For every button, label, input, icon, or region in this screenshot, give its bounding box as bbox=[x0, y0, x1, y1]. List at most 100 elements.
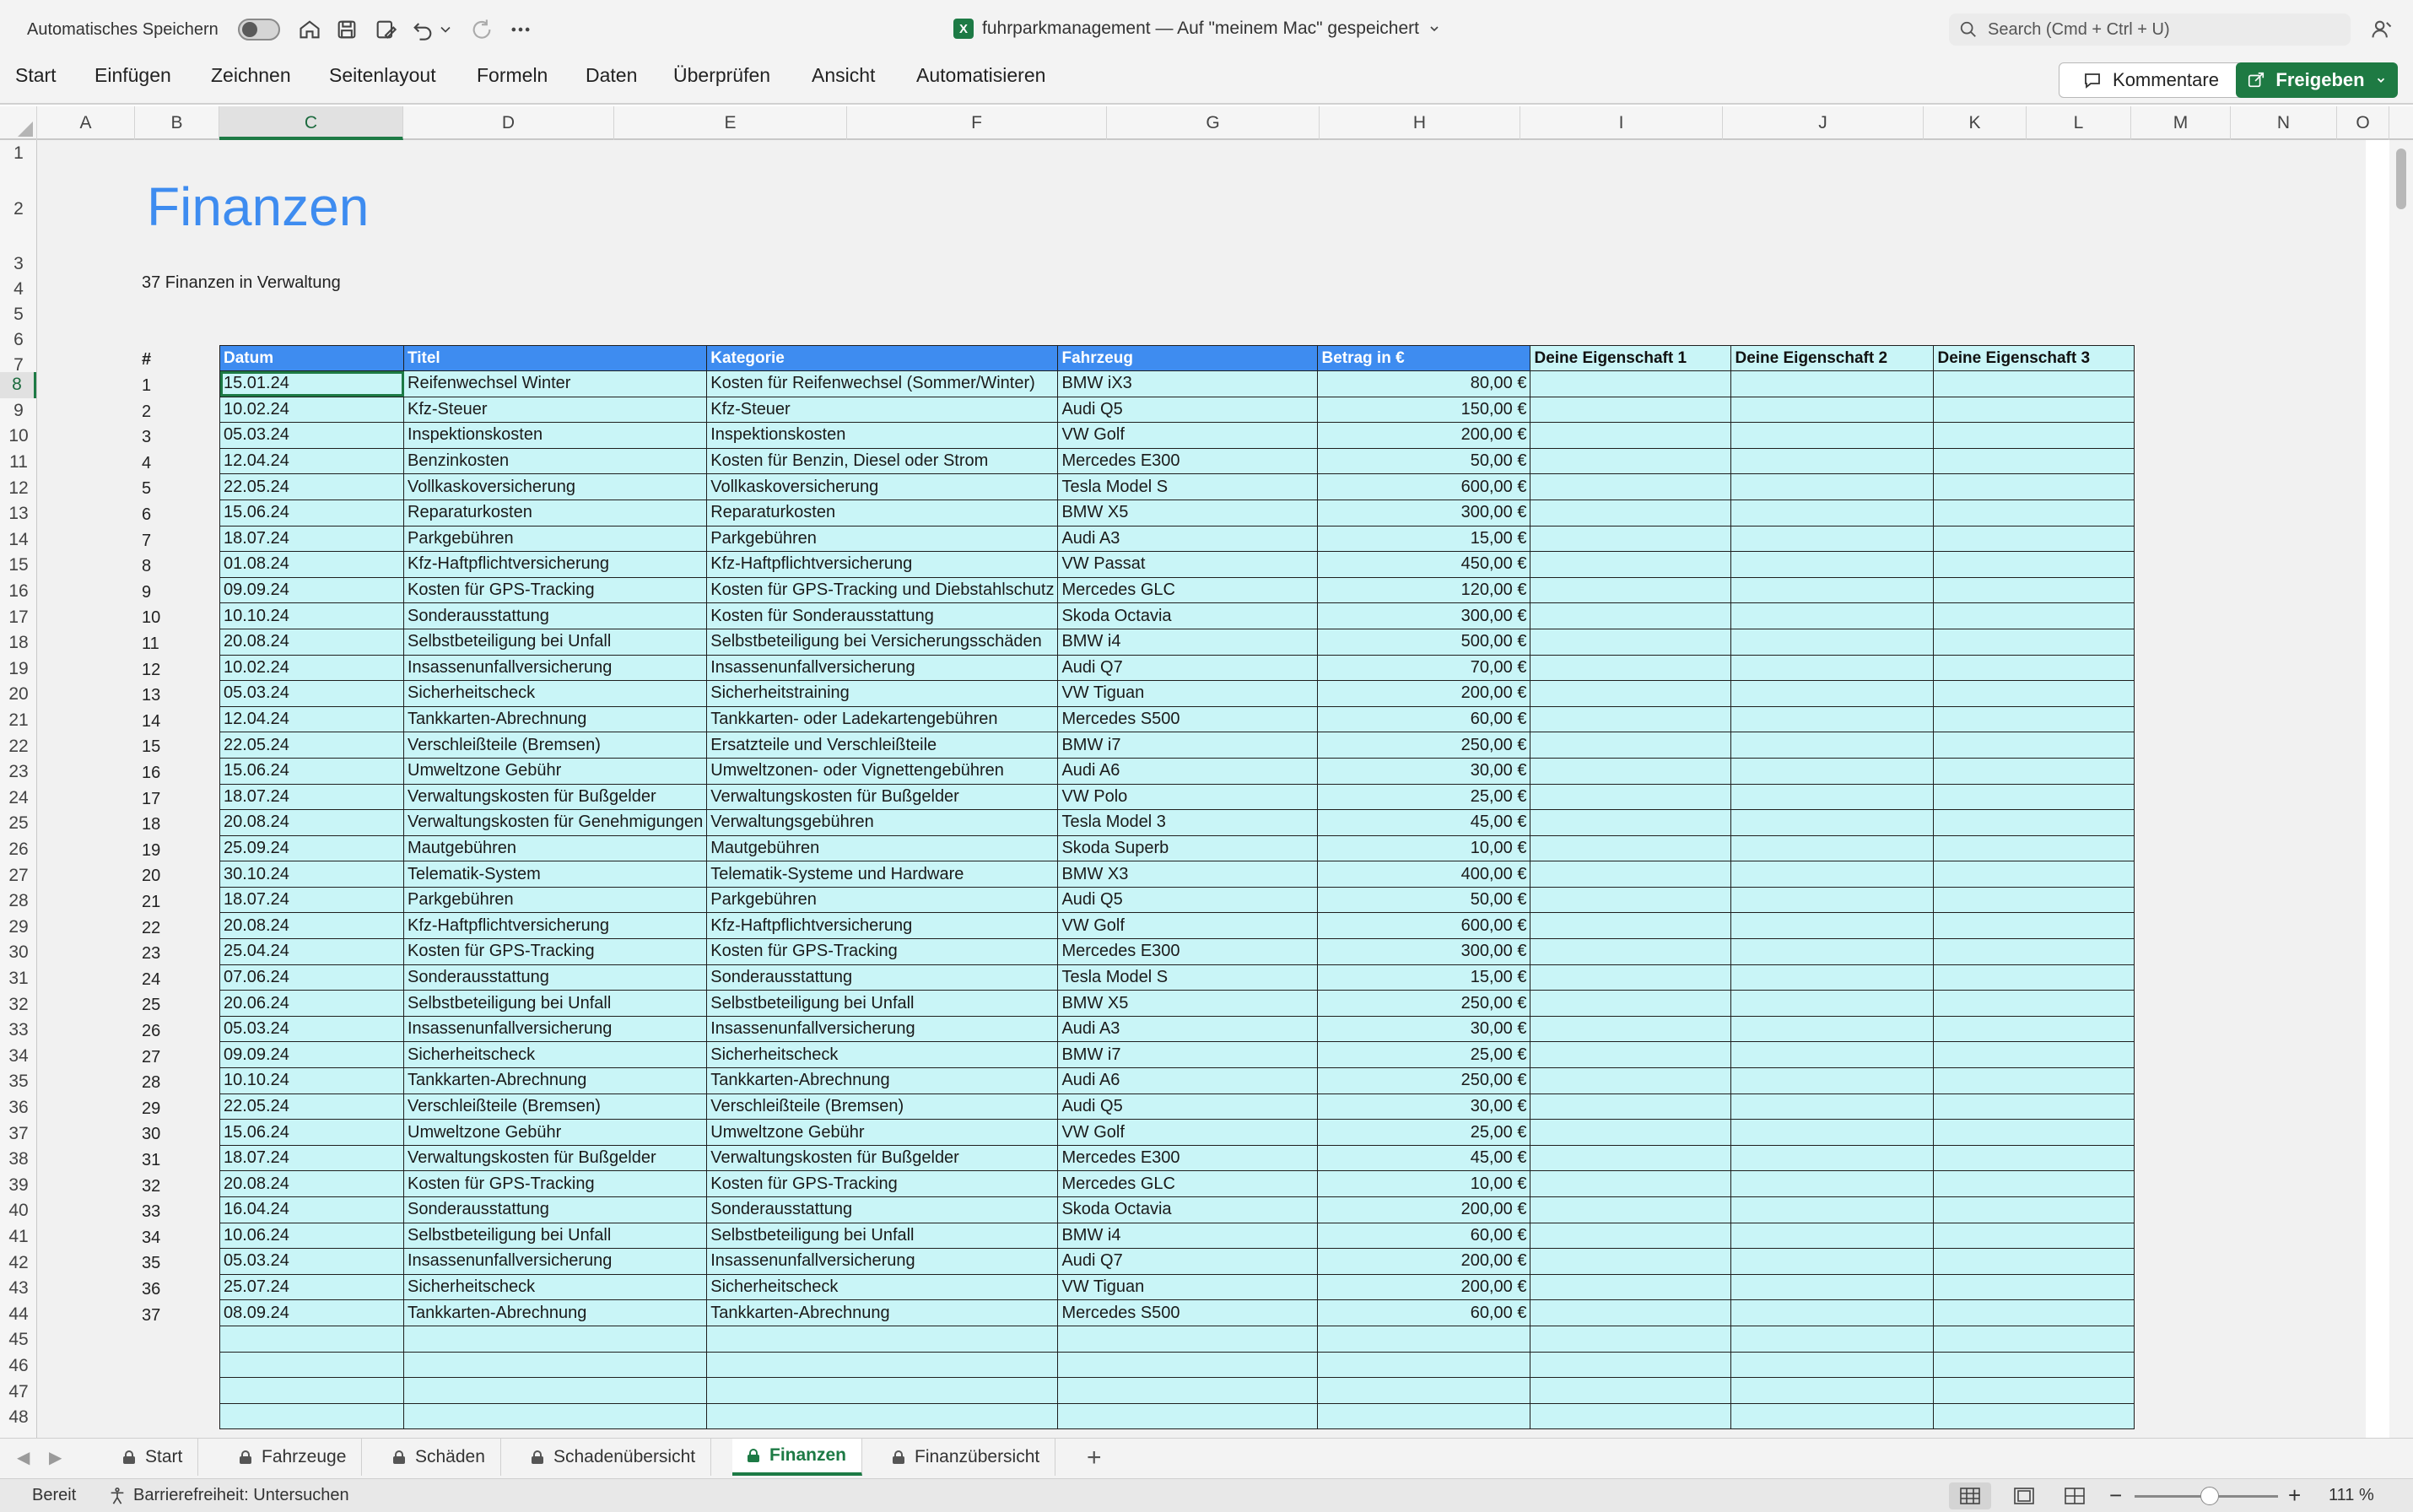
cell-eigenschaft-2[interactable] bbox=[1730, 705, 1935, 733]
cell-betrag[interactable]: 500,00 € bbox=[1317, 628, 1531, 656]
empty-cell[interactable] bbox=[1933, 1377, 2135, 1404]
cell-datum[interactable]: 16.04.24 bbox=[219, 1196, 404, 1223]
empty-cell[interactable] bbox=[1530, 1402, 1732, 1430]
cell-titel[interactable]: Verwaltungskosten für Bußgelder bbox=[402, 783, 708, 811]
cell-titel[interactable]: Kfz-Steuer bbox=[402, 396, 708, 424]
cell-titel[interactable]: Tankkarten-Abrechnung bbox=[402, 705, 708, 733]
row-header[interactable]: 38 bbox=[0, 1147, 36, 1173]
zoom-level[interactable]: 111 % bbox=[2329, 1486, 2374, 1505]
autosave-toggle[interactable] bbox=[238, 19, 280, 40]
cell-datum[interactable]: 01.08.24 bbox=[219, 551, 404, 578]
cell-datum[interactable]: 22.05.24 bbox=[219, 1093, 404, 1120]
column-header-k[interactable]: K bbox=[1924, 106, 2027, 140]
cell-titel[interactable]: Verschleißteile (Bremsen) bbox=[402, 1093, 708, 1120]
scrollbar-thumb[interactable] bbox=[2396, 148, 2406, 209]
cell-eigenschaft-2[interactable] bbox=[1730, 1196, 1935, 1223]
cell-eigenschaft-3[interactable] bbox=[1933, 732, 2135, 759]
cell-eigenschaft-3[interactable] bbox=[1933, 1041, 2135, 1069]
cell-eigenschaft-1[interactable] bbox=[1530, 861, 1732, 888]
cell-eigenschaft-1[interactable] bbox=[1530, 912, 1732, 940]
cell-eigenschaft-1[interactable] bbox=[1530, 1248, 1732, 1275]
header-betrag[interactable]: Betrag in € bbox=[1317, 345, 1531, 371]
ribbon-tab-automatisieren[interactable]: Automatisieren bbox=[916, 64, 1045, 87]
cell-betrag[interactable]: 300,00 € bbox=[1317, 499, 1531, 526]
cell-fahrzeug[interactable]: Mercedes E300 bbox=[1057, 1144, 1319, 1172]
column-header-f[interactable]: F bbox=[847, 106, 1107, 140]
cell-datum[interactable]: 05.03.24 bbox=[219, 680, 404, 707]
cell-titel[interactable]: Kosten für GPS-Tracking bbox=[402, 1170, 708, 1197]
column-header-m[interactable]: M bbox=[2131, 106, 2231, 140]
cell-datum[interactable]: 05.03.24 bbox=[219, 1248, 404, 1275]
cell-kategorie[interactable]: Sonderausstattung bbox=[706, 1196, 1059, 1223]
sheet-tab-schadenuebersicht[interactable]: Schadenübersicht bbox=[516, 1439, 712, 1476]
cell-kategorie[interactable]: Kfz-Haftpflichtversicherung bbox=[706, 551, 1059, 578]
cell-titel[interactable]: Umweltzone Gebühr bbox=[402, 757, 708, 785]
cell-fahrzeug[interactable]: Audi A6 bbox=[1057, 1067, 1319, 1094]
cell-betrag[interactable]: 15,00 € bbox=[1317, 964, 1531, 991]
cell-titel[interactable]: Parkgebühren bbox=[402, 886, 708, 914]
column-header-g[interactable]: G bbox=[1107, 106, 1320, 140]
document-title[interactable]: X fuhrparkmanagement — Auf "meinem Mac" … bbox=[953, 19, 1441, 39]
cell-datum[interactable]: 07.06.24 bbox=[219, 964, 404, 991]
row-header[interactable]: 41 bbox=[0, 1224, 36, 1250]
row-header[interactable]: 36 bbox=[0, 1095, 36, 1121]
accessibility-icon[interactable] bbox=[108, 1487, 127, 1505]
cell-betrag[interactable]: 300,00 € bbox=[1317, 602, 1531, 629]
cell-eigenschaft-2[interactable] bbox=[1730, 551, 1935, 578]
row-header[interactable]: 3 bbox=[0, 251, 36, 277]
cell-eigenschaft-3[interactable] bbox=[1933, 499, 2135, 526]
cell-fahrzeug[interactable]: Audi Q5 bbox=[1057, 886, 1319, 914]
cell-eigenschaft-1[interactable] bbox=[1530, 757, 1732, 785]
empty-cell[interactable] bbox=[219, 1325, 404, 1353]
cell-kategorie[interactable]: Kosten für Sonderausstattung bbox=[706, 602, 1059, 629]
cell-titel[interactable]: Umweltzone Gebühr bbox=[402, 1119, 708, 1146]
cell-betrag[interactable]: 10,00 € bbox=[1317, 1170, 1531, 1197]
page-break-view-icon[interactable] bbox=[2054, 1482, 2096, 1509]
empty-cell[interactable] bbox=[1317, 1351, 1531, 1379]
cell-kategorie[interactable]: Selbstbeteiligung bei Unfall bbox=[706, 1222, 1059, 1250]
cell-titel[interactable]: Kfz-Haftpflichtversicherung bbox=[402, 912, 708, 940]
row-header[interactable]: 44 bbox=[0, 1302, 36, 1328]
column-header-b[interactable]: B bbox=[135, 106, 219, 140]
sheet-tab-start[interactable]: Start bbox=[108, 1439, 199, 1476]
cell-eigenschaft-2[interactable] bbox=[1730, 1041, 1935, 1069]
cell-kategorie[interactable]: Verwaltungskosten für Bußgelder bbox=[706, 1144, 1059, 1172]
empty-cell[interactable] bbox=[402, 1325, 708, 1353]
empty-cell[interactable] bbox=[1530, 1351, 1732, 1379]
cell-eigenschaft-1[interactable] bbox=[1530, 1222, 1732, 1250]
cell-eigenschaft-2[interactable] bbox=[1730, 757, 1935, 785]
cell-kategorie[interactable]: Umweltzonen- oder Vignettengebühren bbox=[706, 757, 1059, 785]
header-eigenschaft-2[interactable]: Deine Eigenschaft 2 bbox=[1730, 345, 1935, 371]
vertical-scrollbar[interactable] bbox=[2389, 140, 2413, 1438]
cell-eigenschaft-2[interactable] bbox=[1730, 938, 1935, 965]
search-input[interactable] bbox=[1988, 19, 2325, 40]
cell-eigenschaft-2[interactable] bbox=[1730, 861, 1935, 888]
cell-eigenschaft-2[interactable] bbox=[1730, 1273, 1935, 1301]
cell-eigenschaft-2[interactable] bbox=[1730, 422, 1935, 449]
cell-eigenschaft-2[interactable] bbox=[1730, 834, 1935, 862]
page-layout-view-icon[interactable] bbox=[2003, 1482, 2045, 1509]
cell-kategorie[interactable]: Kosten für GPS-Tracking bbox=[706, 1170, 1059, 1197]
cell-eigenschaft-1[interactable] bbox=[1530, 396, 1732, 424]
more-icon[interactable] bbox=[506, 15, 535, 44]
row-header[interactable]: 42 bbox=[0, 1250, 36, 1276]
cell-fahrzeug[interactable]: BMW i4 bbox=[1057, 628, 1319, 656]
cell-datum[interactable]: 15.06.24 bbox=[219, 499, 404, 526]
cell-titel[interactable]: Benzinkosten bbox=[402, 447, 708, 475]
prev-sheet-arrow-icon[interactable]: ◀ bbox=[17, 1447, 30, 1468]
cell-eigenschaft-2[interactable] bbox=[1730, 732, 1935, 759]
sheet-tab-finanzuebersicht[interactable]: Finanzübersicht bbox=[877, 1439, 1056, 1476]
cell-eigenschaft-3[interactable] bbox=[1933, 1299, 2135, 1326]
column-header-h[interactable]: H bbox=[1320, 106, 1520, 140]
row-header[interactable]: 45 bbox=[0, 1327, 36, 1353]
comments-button[interactable]: Kommentare bbox=[2059, 62, 2243, 98]
cell-kategorie[interactable]: Tankkarten-Abrechnung bbox=[706, 1067, 1059, 1094]
cell-titel[interactable]: Verwaltungskosten für Genehmigungen bbox=[402, 809, 708, 836]
cell-eigenschaft-2[interactable] bbox=[1730, 576, 1935, 604]
share-button[interactable]: Freigeben bbox=[2236, 62, 2398, 98]
cell-eigenschaft-2[interactable] bbox=[1730, 628, 1935, 656]
empty-cell[interactable] bbox=[1530, 1377, 1732, 1404]
cell-eigenschaft-3[interactable] bbox=[1933, 680, 2135, 707]
cell-eigenschaft-1[interactable] bbox=[1530, 732, 1732, 759]
cell-betrag[interactable]: 200,00 € bbox=[1317, 1273, 1531, 1301]
